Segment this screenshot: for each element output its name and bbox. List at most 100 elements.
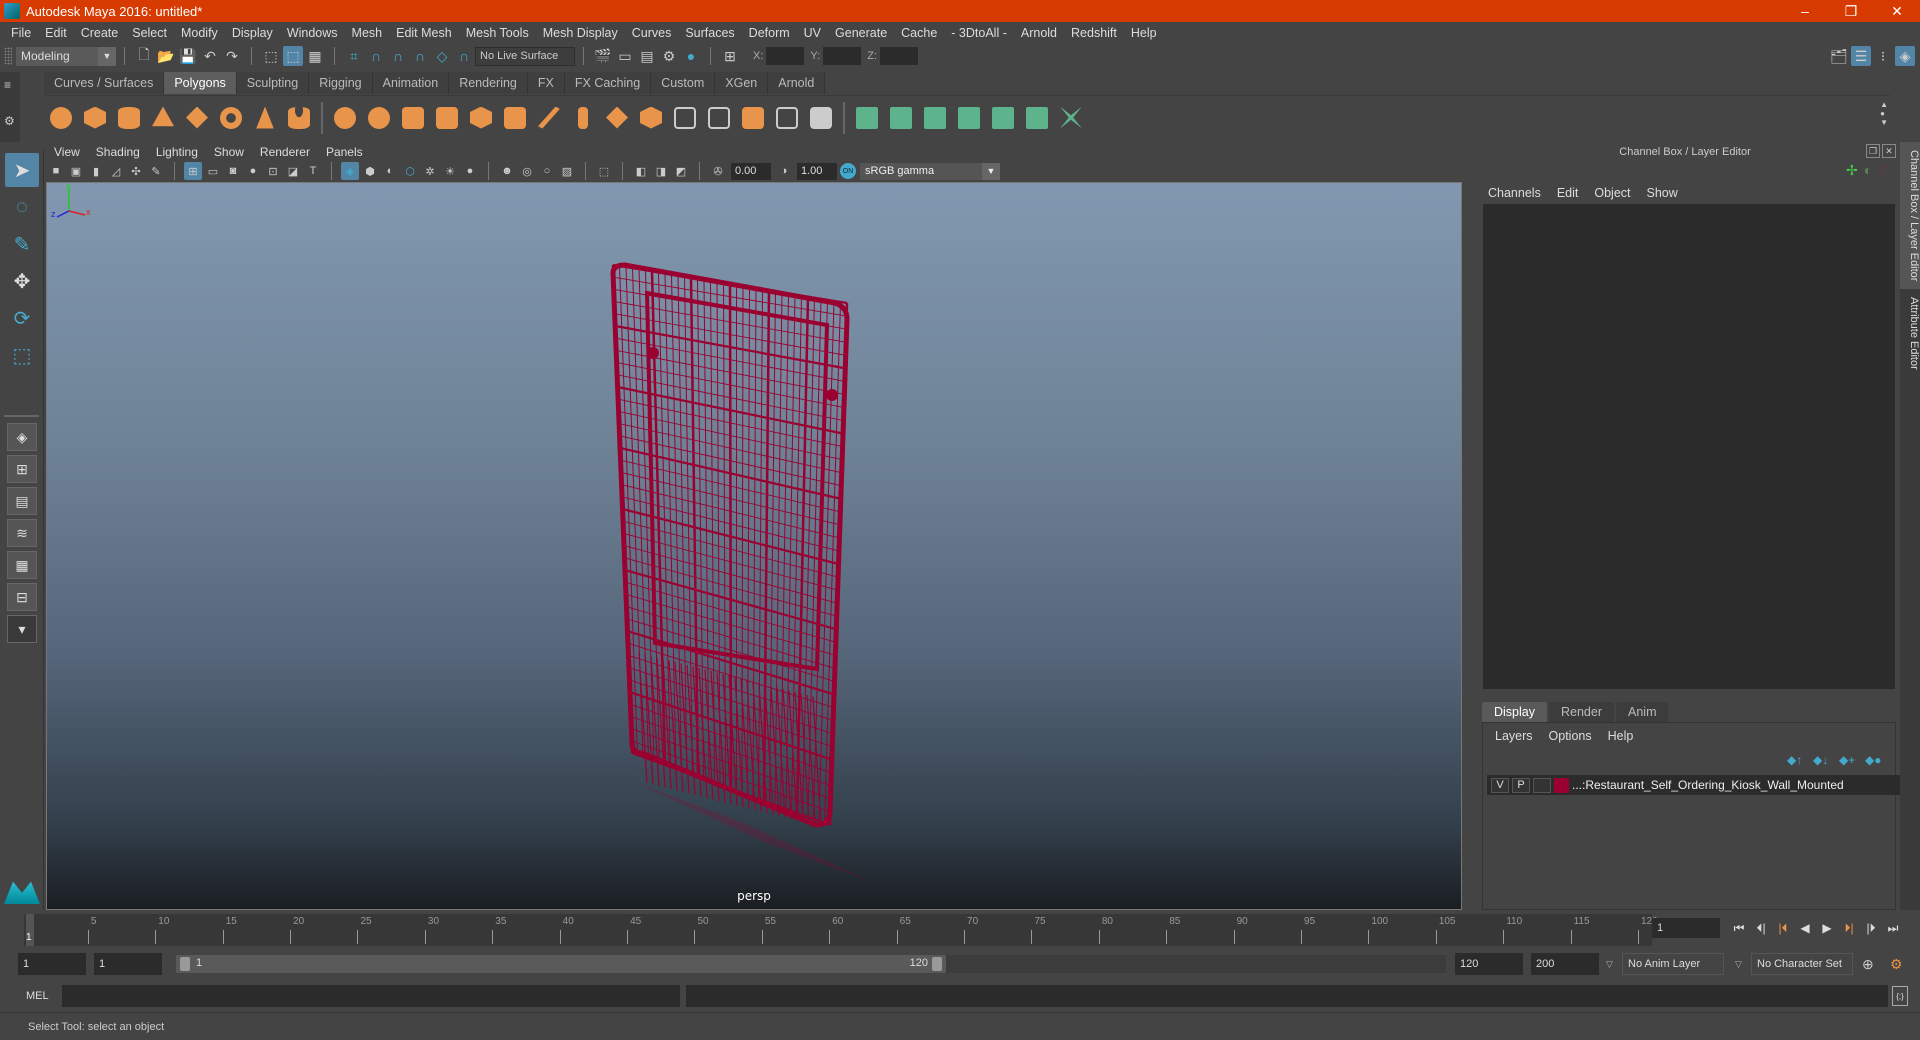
play-backwards-icon[interactable]: ◀ (1794, 918, 1816, 938)
shelf-tab-sculpting[interactable]: Sculpting (236, 72, 310, 94)
snap-point-icon[interactable]: ∩ (388, 46, 408, 66)
mirror-icon[interactable] (398, 103, 428, 133)
menu-create[interactable]: Create (74, 26, 126, 40)
command-input[interactable] (62, 985, 680, 1007)
insert-edge-loop-icon[interactable] (704, 103, 734, 133)
shelf-settings-icon[interactable]: ⚙ (4, 114, 16, 128)
layer-name[interactable]: ...:Restaurant_Self_Ordering_Kiosk_Wall_… (1572, 778, 1844, 792)
grid-icon[interactable]: ⊞ (184, 162, 202, 180)
select-tool-icon[interactable]: ➤ (5, 153, 39, 187)
speed-icon[interactable]: ◐ (1864, 162, 1872, 179)
channel-box-toggle-icon[interactable]: ◈ (1895, 46, 1915, 66)
bevel-icon[interactable] (670, 103, 700, 133)
gamma-icon[interactable]: ◑ (775, 162, 793, 180)
layer-tab-render[interactable]: Render (1549, 702, 1614, 722)
two-d-pan-zoom-icon[interactable]: ✣ (127, 162, 145, 180)
camera-select-icon[interactable]: ■ (47, 162, 65, 180)
poly-pyramid-icon[interactable] (250, 103, 280, 133)
menu-select[interactable]: Select (125, 26, 174, 40)
four-pane-layout-icon[interactable]: ⊞ (7, 455, 37, 483)
multi-cut-icon[interactable] (568, 103, 598, 133)
smooth-icon[interactable] (432, 103, 462, 133)
field-chart-icon[interactable]: ⊡ (264, 162, 282, 180)
menu-deform[interactable]: Deform (742, 26, 797, 40)
range-end-handle[interactable] (932, 957, 942, 971)
viewport-menu-shading[interactable]: Shading (88, 145, 148, 159)
wireframe-icon[interactable]: ◈ (341, 162, 359, 180)
layout-menu-icon[interactable]: ▾ (7, 615, 37, 643)
animation-preferences-icon[interactable]: ⚙ (1890, 956, 1903, 973)
exposure-field[interactable]: 0.00 (731, 162, 771, 180)
xray-components-icon[interactable]: ◩ (672, 162, 690, 180)
side-tab-channel-box[interactable]: Channel Box / Layer Editor (1900, 142, 1920, 290)
uv-editor-icon[interactable] (1022, 103, 1052, 133)
outliner-persp-layout-icon[interactable]: ▤ (7, 487, 37, 515)
use-all-lights-icon[interactable]: ☀ (441, 162, 459, 180)
menu-help[interactable]: Help (1124, 26, 1164, 40)
shelf-tab-polygons[interactable]: Polygons (164, 72, 237, 94)
grip-handle[interactable] (4, 47, 12, 65)
render-settings-icon[interactable]: ⚙ (659, 46, 679, 66)
snap-grid-icon[interactable]: ⌗ (344, 46, 364, 66)
image-plane-icon[interactable]: ◿ (107, 162, 125, 180)
le-menu-help[interactable]: Help (1600, 729, 1642, 743)
camera-attributes-icon[interactable]: ▣ (67, 162, 85, 180)
single-pane-layout-icon[interactable]: ◈ (7, 423, 37, 451)
menu-surfaces[interactable]: Surfaces (678, 26, 741, 40)
poly-cylinder-icon[interactable] (114, 103, 144, 133)
menu-curves[interactable]: Curves (625, 26, 679, 40)
shadows-icon[interactable]: ● (461, 162, 479, 180)
playback-end-field[interactable]: 120 (1455, 953, 1523, 975)
perspective-viewport[interactable]: y x z persp (46, 182, 1462, 910)
le-menu-layers[interactable]: Layers (1487, 729, 1541, 743)
side-tab-attribute-editor[interactable]: Attribute Editor (1900, 289, 1920, 378)
viewport-menu-view[interactable]: View (46, 145, 88, 159)
menu-cache[interactable]: Cache (894, 26, 944, 40)
fill-hole-icon[interactable] (806, 103, 836, 133)
anim-layer-dropdown[interactable]: No Anim Layer (1622, 953, 1724, 975)
menu-windows[interactable]: Windows (280, 26, 345, 40)
modeling-toolkit-icon[interactable]: 🗂 (1829, 46, 1849, 66)
film-gate-icon[interactable]: ▭ (204, 162, 222, 180)
minimize-button[interactable]: – (1782, 0, 1828, 22)
layer-display-type-toggle[interactable] (1533, 777, 1551, 793)
shelf-tab-fx[interactable]: FX (527, 72, 565, 94)
menu-display[interactable]: Display (225, 26, 280, 40)
xray-joints-icon[interactable]: ◨ (652, 162, 670, 180)
isolate-select-icon[interactable]: ⬚ (595, 162, 613, 180)
go-to-start-icon[interactable]: ⏮ (1728, 918, 1750, 938)
redo-icon[interactable]: ↷ (222, 46, 242, 66)
persp-graph-layout-icon[interactable]: ≋ (7, 519, 37, 547)
cb-menu-edit[interactable]: Edit (1549, 186, 1587, 200)
merge-icon[interactable] (772, 103, 802, 133)
move-tool-icon[interactable]: ✥ (5, 264, 39, 298)
shelf-scroll-control[interactable]: ▲ ● ▼ (1880, 100, 1888, 127)
xray-icon[interactable]: ◧ (632, 162, 650, 180)
layer-color-swatch[interactable] (1554, 777, 1569, 793)
poly-torus-icon[interactable] (216, 103, 246, 133)
offset-edge-loop-icon[interactable] (738, 103, 768, 133)
smooth-shade-icon[interactable]: ⬢ (361, 162, 379, 180)
new-layer-selected-icon[interactable]: ◆● (1865, 753, 1885, 767)
depth-of-field-icon[interactable]: ▨ (558, 162, 576, 180)
screen-space-ao-icon[interactable]: ☻ (498, 162, 516, 180)
menu-file[interactable]: File (4, 26, 38, 40)
menu-generate[interactable]: Generate (828, 26, 894, 40)
motion-blur-icon[interactable]: ◎ (518, 162, 536, 180)
layer-tab-display[interactable]: Display (1482, 702, 1547, 722)
go-to-end-icon[interactable]: ⏭ (1882, 918, 1904, 938)
viewport-menu-renderer[interactable]: Renderer (252, 145, 318, 159)
textured-icon[interactable]: ✲ (421, 162, 439, 180)
step-back-frame-icon[interactable]: ⏴| (1750, 918, 1772, 938)
open-scene-icon[interactable]: 📂 (156, 46, 176, 66)
channel-box-list[interactable] (1483, 204, 1895, 689)
shelf-tab-arnold[interactable]: Arnold (768, 72, 826, 94)
menu-3dtoall[interactable]: - 3DtoAll - (944, 26, 1014, 40)
poly-sphere-icon[interactable] (46, 103, 76, 133)
use-default-material-icon[interactable]: ◐ (381, 162, 399, 180)
paint-select-tool-icon[interactable]: ✎ (5, 227, 39, 261)
menu-mesh-tools[interactable]: Mesh Tools (459, 26, 536, 40)
poly-plane-icon[interactable] (182, 103, 212, 133)
viewport-menu-lighting[interactable]: Lighting (148, 145, 206, 159)
menu-edit-mesh[interactable]: Edit Mesh (389, 26, 459, 40)
